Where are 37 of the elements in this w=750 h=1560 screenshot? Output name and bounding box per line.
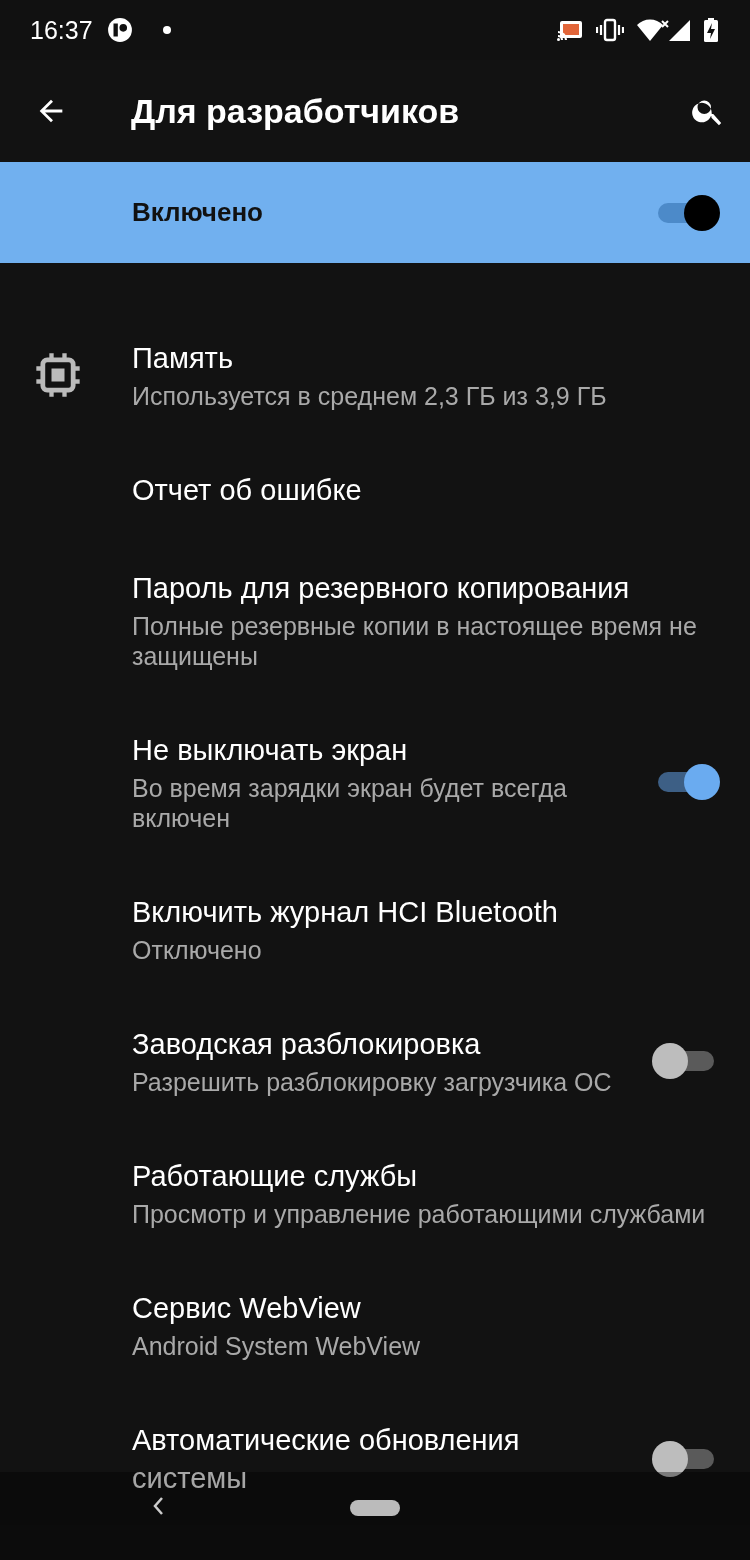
vibrate-icon bbox=[596, 18, 624, 42]
setting-summary: Отключено bbox=[132, 935, 263, 965]
settings-row[interactable]: Сервис WebView Android System WebView bbox=[0, 1259, 750, 1391]
home-gesture-pill[interactable] bbox=[350, 1500, 400, 1516]
settings-row[interactable]: Работающие службы Просмотр и управление работающими службами bbox=[0, 1127, 750, 1259]
setting-title: Автоматические обновления системы bbox=[132, 1423, 521, 1496]
setting-title: Включить журнал HCI Bluetooth bbox=[132, 895, 559, 930]
setting-summary: Используется в среднем 2,3 ГБ из 3,9 ГБ bbox=[132, 381, 608, 411]
app-notification-icon bbox=[106, 17, 133, 43]
back-chevron-icon[interactable] bbox=[152, 1496, 164, 1516]
setting-title: Заводская разблокировка bbox=[132, 1027, 482, 1062]
settings-row[interactable]: Не выключать экран Во время зарядки экран будет всегда включен bbox=[0, 701, 750, 863]
screen-title: Для разработчиков bbox=[131, 91, 460, 131]
cast-icon bbox=[556, 18, 584, 42]
settings-row[interactable]: Память Используется в среднем 2,3 ГБ из 3,9 ГБ bbox=[0, 309, 750, 441]
master-switch-bar[interactable]: Включено bbox=[0, 162, 750, 263]
settings-row[interactable]: Отчет об ошибке bbox=[0, 441, 750, 539]
setting-title: Отчет об ошибке bbox=[132, 473, 363, 508]
setting-title: Сервис WebView bbox=[132, 1291, 362, 1326]
settings-row[interactable]: Заводская разблокировка Разрешить разблокировку загрузчика ОС bbox=[0, 995, 750, 1127]
settings-row[interactable]: Автоматические обновления системы bbox=[0, 1391, 750, 1527]
setting-summary: Просмотр и управление работающими службами bbox=[132, 1199, 707, 1229]
battery-charging-icon bbox=[704, 18, 718, 42]
master-switch-label: Включено bbox=[132, 197, 264, 228]
setting-summary: Полные резервные копии в настоящее время не защищены bbox=[132, 611, 698, 671]
setting-title: Работающие службы bbox=[132, 1159, 419, 1194]
settings-row[interactable]: Пароль для резервного копирования Полные резервные копии в настоящее время не защищены bbox=[0, 539, 750, 701]
setting-title: Пароль для резервного копирования bbox=[132, 571, 631, 606]
setting-summary: Во время зарядки экран будет всегда включен bbox=[132, 773, 568, 833]
setting-summary: Android System WebView bbox=[132, 1331, 422, 1361]
setting-title: Не выключать экран bbox=[132, 733, 409, 768]
setting-summary: Разрешить разблокировку загрузчика ОС bbox=[132, 1067, 613, 1097]
clock-time: 16:37 bbox=[30, 15, 93, 45]
wifi-signal-icon bbox=[636, 18, 692, 42]
settings-row[interactable]: Включить журнал HCI Bluetooth Отключено bbox=[0, 863, 750, 995]
more-notifications-icon bbox=[162, 26, 171, 34]
setting-title: Память bbox=[132, 341, 234, 376]
